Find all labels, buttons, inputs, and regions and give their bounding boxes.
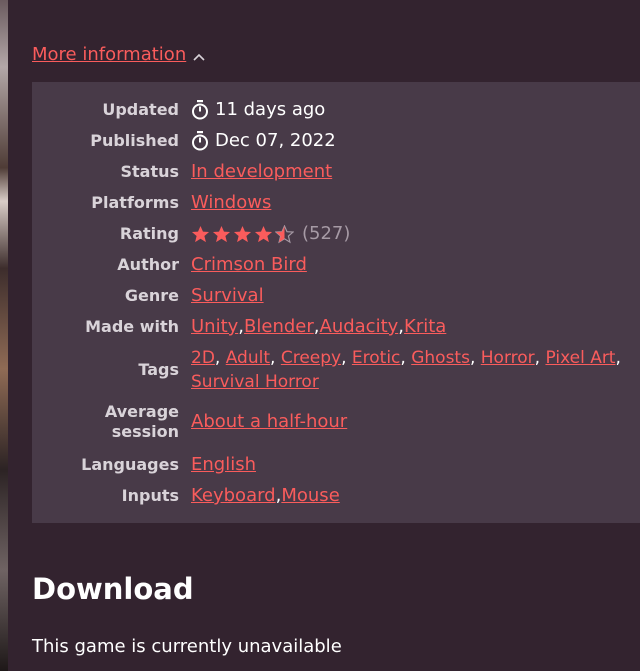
- row-platforms: Platforms Windows: [32, 191, 640, 215]
- rating-stars[interactable]: [191, 224, 296, 244]
- tag-link[interactable]: Horror: [481, 346, 535, 370]
- download-unavailable-message: This game is currently unavailable: [32, 636, 342, 657]
- tag-link[interactable]: Creepy: [281, 346, 341, 370]
- average-session-label: Average session: [32, 402, 191, 442]
- tag-link[interactable]: Ghosts: [411, 346, 470, 370]
- updated-value: 11 days ago: [215, 99, 326, 120]
- star-icon: [233, 225, 252, 242]
- row-author: Author Crimson Bird: [32, 253, 640, 277]
- made-with-label: Made with: [85, 317, 179, 336]
- star-half-icon: [275, 224, 294, 243]
- made-with-link[interactable]: Unity: [191, 315, 238, 339]
- rating-count[interactable]: (527): [302, 222, 350, 246]
- row-updated: Updated 11 days ago: [32, 98, 640, 122]
- platforms-label: Platforms: [91, 193, 179, 212]
- chevron-up-icon: [193, 53, 205, 61]
- row-published: Published Dec 07, 2022: [32, 129, 640, 153]
- languages-label: Languages: [81, 455, 179, 474]
- rating-label: Rating: [119, 224, 179, 243]
- published-label: Published: [90, 131, 179, 150]
- row-genre: Genre Survival: [32, 284, 640, 308]
- game-info-page: More information Updated 11 days ago Pub…: [8, 0, 640, 671]
- more-information-label: More information: [32, 44, 187, 65]
- row-tags: Tags 2D, Adult, Creepy, Erotic, Ghosts, …: [32, 346, 640, 394]
- input-link[interactable]: Mouse: [281, 484, 339, 508]
- average-session-label-line2: session: [111, 422, 179, 441]
- info-table: Updated 11 days ago Published Dec 07, 20…: [32, 82, 640, 523]
- made-with-link[interactable]: Krita: [404, 315, 446, 339]
- genre-link[interactable]: Survival: [191, 284, 264, 308]
- row-status: Status In development: [32, 160, 640, 184]
- platforms-link[interactable]: Windows: [191, 191, 271, 215]
- tag-link[interactable]: Adult: [226, 346, 270, 370]
- row-average-session: Average session About a half-hour: [32, 402, 640, 442]
- download-heading: Download: [32, 572, 194, 606]
- tag-link[interactable]: Pixel Art: [545, 346, 615, 370]
- more-information-toggle[interactable]: More information: [32, 44, 206, 65]
- average-session-link[interactable]: About a half-hour: [191, 410, 347, 434]
- average-session-label-line1: Average: [104, 402, 179, 421]
- input-link[interactable]: Keyboard: [191, 484, 276, 508]
- stopwatch-icon: [192, 131, 208, 151]
- updated-label: Updated: [102, 100, 179, 119]
- star-icon: [212, 225, 231, 242]
- made-with-link[interactable]: Audacity: [320, 315, 399, 339]
- inputs-label: Inputs: [121, 486, 179, 505]
- status-label: Status: [120, 162, 179, 181]
- tags-label: Tags: [138, 360, 179, 379]
- genre-label: Genre: [124, 286, 179, 305]
- stopwatch-icon: [192, 100, 208, 120]
- row-made-with: Made with Unity, Blender, Audacity, Krit…: [32, 315, 640, 339]
- made-with-link[interactable]: Blender: [244, 315, 314, 339]
- background-image-strip: [0, 0, 8, 671]
- row-languages: Languages English: [32, 453, 640, 477]
- published-value: Dec 07, 2022: [215, 130, 336, 151]
- tag-link[interactable]: 2D: [191, 346, 215, 370]
- row-rating: Rating (527): [32, 222, 640, 246]
- author-label: Author: [117, 255, 179, 274]
- tag-link[interactable]: Erotic: [352, 346, 401, 370]
- tag-link[interactable]: Survival Horror: [191, 370, 319, 394]
- author-link[interactable]: Crimson Bird: [191, 253, 307, 277]
- status-link[interactable]: In development: [191, 160, 332, 184]
- row-inputs: Inputs Keyboard, Mouse: [32, 484, 640, 508]
- star-icon: [191, 225, 210, 242]
- star-icon: [254, 225, 273, 242]
- languages-link[interactable]: English: [191, 453, 256, 477]
